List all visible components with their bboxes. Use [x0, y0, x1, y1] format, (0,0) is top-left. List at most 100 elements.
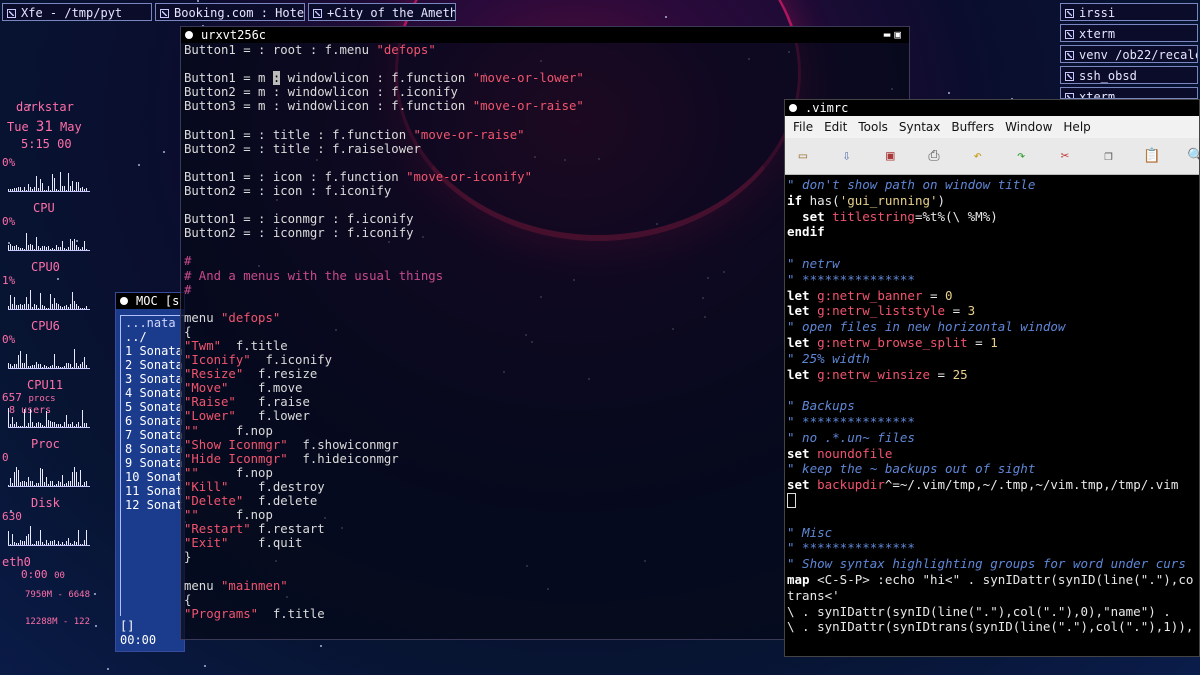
window-icon — [1065, 9, 1074, 18]
graph-bar — [38, 541, 39, 545]
taskbar-item-irssi[interactable]: irssi — [1060, 3, 1198, 21]
graph-bar — [14, 364, 15, 368]
graph-bar — [54, 354, 55, 368]
graph-bar — [12, 483, 13, 486]
graph-bar — [48, 367, 49, 368]
gvim-titlebar[interactable]: .vimrc — [785, 100, 1199, 116]
vim-line: " *************** — [785, 272, 1199, 288]
moc-track[interactable]: 1 Sonata — [121, 344, 184, 358]
gvim-buffer[interactable]: " don't show path on window title if has(… — [785, 175, 1199, 635]
gvim-window[interactable]: .vimrc File Edit Tools Syntax Buffers Window H… — [784, 99, 1200, 657]
graph-bar — [30, 290, 31, 309]
moc-track[interactable]: 6 Sonata — [121, 414, 184, 428]
time-line: 5:15 00 — [21, 137, 72, 151]
undo-icon[interactable]: ↶ — [966, 144, 990, 168]
cpu-graph — [8, 226, 90, 251]
taskbar-item-venv[interactable]: venv /ob22/recalc — [1060, 45, 1198, 63]
taskbar-item-booking[interactable]: Booking.com : Hotel — [155, 3, 305, 21]
menu-buffers[interactable]: Buffers — [951, 120, 994, 134]
graph-bar — [64, 248, 65, 250]
urxvt-titlebar[interactable]: urxvt256c ▬▣ — [181, 27, 909, 43]
graph-bar — [42, 542, 43, 545]
graph-bar — [84, 357, 85, 368]
vim-token: 1 — [990, 334, 998, 350]
window-dot-icon — [120, 297, 128, 305]
moc-titlebar[interactable]: MOC [s — [116, 293, 184, 309]
menu-tools[interactable]: Tools — [858, 120, 888, 134]
urxvt-token: Button2 = : icon : f.iconify — [184, 183, 392, 198]
moc-track[interactable]: 11 Sonat — [121, 484, 184, 498]
graph-bar — [10, 189, 11, 191]
save-icon[interactable]: ⇩ — [835, 144, 859, 168]
graph-bar — [86, 481, 87, 486]
graph-bar — [84, 482, 85, 486]
urxvt-token: "Iconify" — [184, 353, 251, 368]
graph-bar — [36, 423, 37, 427]
moc-status: [] 00:00 — [120, 619, 156, 647]
moc-track[interactable]: 9 Sonata — [121, 456, 184, 470]
urxvt-token: "Restart" — [184, 522, 251, 537]
star — [204, 665, 206, 667]
taskbar-item-xterm[interactable]: xterm — [1060, 24, 1198, 42]
save-all-icon[interactable]: ▣ — [878, 144, 902, 168]
cut-icon[interactable]: ✂ — [1053, 144, 1077, 168]
urxvt-token: "move-or-raise" — [413, 127, 525, 142]
vim-line — [785, 509, 1199, 525]
window-buttons-icon[interactable]: ▬▣ — [884, 27, 905, 43]
find-replace-icon[interactable]: 🔍 — [1184, 144, 1199, 168]
graph-bar — [8, 363, 9, 368]
moc-track[interactable]: 8 Sonata — [121, 442, 184, 456]
menu-help[interactable]: Help — [1063, 120, 1090, 134]
redo-icon[interactable]: ↷ — [1009, 144, 1033, 168]
vim-line: trans<' — [785, 588, 1199, 604]
graph-bar — [66, 415, 67, 427]
graph-bar — [76, 182, 77, 191]
graph-bar — [34, 187, 35, 191]
graph-bar — [54, 178, 55, 191]
menu-edit[interactable]: Edit — [824, 120, 847, 134]
menu-window[interactable]: Window — [1005, 120, 1052, 134]
moc-track[interactable]: 12 Sonat — [121, 498, 184, 512]
menu-syntax[interactable]: Syntax — [899, 120, 940, 134]
graph-bar — [78, 247, 79, 250]
moc-playlist[interactable]: ...nata ../ 1 Sonata 2 Sonata 3 Sonata 4 So… — [120, 315, 184, 616]
graph-bar — [64, 306, 65, 309]
moc-window[interactable]: MOC [s ...nata ../ 1 Sonata 2 Sonata 3 Son… — [115, 292, 185, 652]
graph-bar — [26, 233, 27, 250]
moc-parent-dir[interactable]: ../ — [121, 330, 184, 344]
graph-bar — [58, 366, 59, 368]
open-icon[interactable]: ▭ — [791, 144, 815, 168]
vim-token: = — [930, 366, 953, 382]
vim-line: " keep the ~ backups out of sight — [785, 461, 1199, 477]
urxvt-token: "Lower" — [184, 409, 236, 424]
vim-token: 'gui_running' — [839, 192, 938, 208]
taskbar-item-xterm-2[interactable]: xterm — [1060, 87, 1198, 99]
moc-track[interactable]: 5 Sonata — [121, 400, 184, 414]
moc-track[interactable]: 7 Sonata — [121, 428, 184, 442]
vim-line: " *************** — [785, 414, 1199, 430]
paste-icon[interactable]: 📋 — [1140, 144, 1164, 168]
moc-track[interactable]: 10 Sonat — [121, 470, 184, 484]
gvim-menubar: File Edit Tools Syntax Buffers Window Help — [785, 116, 1199, 138]
menu-file[interactable]: File — [793, 120, 813, 134]
graph-bar — [42, 469, 43, 486]
taskbar-item-ssh[interactable]: ssh_obsd — [1060, 66, 1198, 84]
graph-bar — [32, 189, 33, 191]
copy-icon[interactable]: ❐ — [1096, 144, 1120, 168]
graph-bar — [48, 484, 49, 486]
print-icon[interactable]: ⎙ — [922, 144, 946, 168]
graph-bar — [14, 188, 15, 191]
moc-track[interactable]: 4 Sonata — [121, 386, 184, 400]
urxvt-token: Button1 = : icon : f.function — [184, 169, 407, 184]
taskbar-item-xfe[interactable]: Xfe - /tmp/pyt — [2, 3, 152, 21]
vim-token: 0 — [945, 287, 953, 303]
urxvt-token: { — [184, 592, 192, 607]
taskbar-item-city[interactable]: +City of the Ameth — [308, 3, 456, 21]
cpu6-graph — [8, 344, 90, 369]
vim-token: " Misc — [787, 524, 833, 540]
moc-track[interactable]: 3 Sonata — [121, 372, 184, 386]
vim-line: " Show syntax highlighting groups for wo… — [785, 556, 1199, 572]
graph-bar — [60, 424, 61, 427]
moc-track[interactable]: 2 Sonata — [121, 358, 184, 372]
graph-bar — [28, 245, 29, 250]
